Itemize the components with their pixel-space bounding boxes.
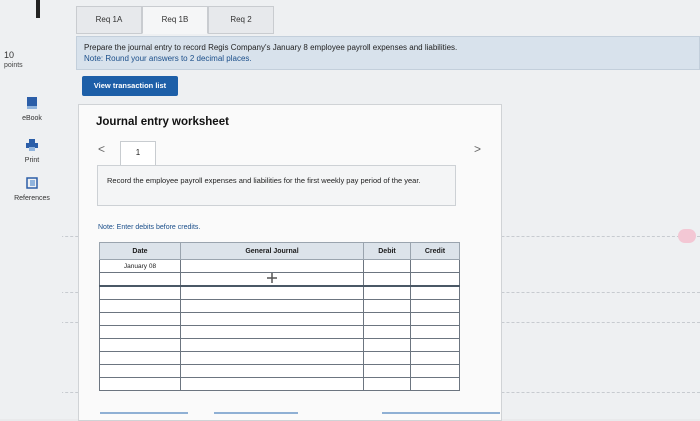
table-row <box>99 285 460 300</box>
points-value: 10 <box>4 50 15 60</box>
date-cell[interactable] <box>99 364 181 378</box>
view-transaction-list-button[interactable]: View transaction list <box>82 76 178 96</box>
date-cell[interactable] <box>99 285 181 300</box>
book-icon <box>6 96 58 112</box>
date-cell[interactable] <box>99 299 181 313</box>
table-row <box>99 312 460 326</box>
column-header-date: Date <box>99 242 181 260</box>
table-row <box>99 377 460 391</box>
account-cell[interactable] <box>180 259 364 273</box>
date-cell[interactable] <box>99 272 181 287</box>
table-row <box>99 299 460 313</box>
account-cell[interactable] <box>180 272 364 287</box>
points-label: points <box>4 62 23 69</box>
column-header-debit: Debit <box>363 242 411 260</box>
transaction-description: Record the employee payroll expenses and… <box>107 176 421 185</box>
footer-button-outline[interactable] <box>214 412 298 414</box>
print-button[interactable]: Print <box>6 138 58 164</box>
credit-cell[interactable] <box>410 259 460 273</box>
table-row <box>99 351 460 365</box>
transaction-description-box: Record the employee payroll expenses and… <box>97 165 456 206</box>
table-row: January 08 <box>99 259 460 273</box>
debit-cell[interactable] <box>363 351 411 365</box>
print-label: Print <box>24 157 40 164</box>
chevron-left-icon[interactable]: < <box>98 142 105 156</box>
left-rail: 10 points eBook Print References <box>0 0 62 419</box>
date-cell[interactable] <box>99 338 181 352</box>
account-cell[interactable] <box>180 325 364 339</box>
credit-cell[interactable] <box>410 285 460 300</box>
credit-cell[interactable] <box>410 272 460 287</box>
tab-req-2[interactable]: Req 2 <box>208 6 274 34</box>
date-cell[interactable] <box>99 312 181 326</box>
column-header-general-journal: General Journal <box>180 242 364 260</box>
tab-req-1a[interactable]: Req 1A <box>76 6 142 34</box>
requirement-tabs: Req 1A Req 1B Req 2 <box>76 6 274 34</box>
chevron-right-icon[interactable]: > <box>474 142 481 156</box>
rounding-note: Note: Round your answers to 2 decimal pl… <box>84 54 252 63</box>
rail-marker <box>36 0 40 18</box>
date-cell[interactable] <box>99 325 181 339</box>
date-cell[interactable] <box>99 377 181 391</box>
references-button[interactable]: References <box>6 176 58 202</box>
account-cell[interactable] <box>180 377 364 391</box>
tab-req-1b[interactable]: Req 1B <box>142 6 208 34</box>
footer-button-outline[interactable] <box>100 412 188 414</box>
references-icon <box>6 176 58 192</box>
credit-cell[interactable] <box>410 364 460 378</box>
journal-table: Date General Journal Debit Credit Januar… <box>99 242 460 391</box>
account-cell[interactable] <box>180 338 364 352</box>
worksheet-page-tab[interactable]: 1 <box>120 141 156 166</box>
account-cell[interactable] <box>180 285 364 300</box>
references-label: References <box>14 195 50 202</box>
page: 10 points eBook Print References Req 1A … <box>0 0 700 421</box>
debits-credits-note: Note: Enter debits before credits. <box>98 224 201 231</box>
move-cursor-icon <box>267 273 277 285</box>
debit-cell[interactable] <box>363 312 411 326</box>
table-row <box>99 272 460 287</box>
debit-cell[interactable] <box>363 364 411 378</box>
credit-cell[interactable] <box>410 377 460 391</box>
column-header-credit: Credit <box>410 242 460 260</box>
date-cell[interactable] <box>99 351 181 365</box>
credit-cell[interactable] <box>410 351 460 365</box>
debit-cell[interactable] <box>363 272 411 287</box>
worksheet-title: Journal entry worksheet <box>96 116 229 128</box>
footer-button-outline[interactable] <box>382 412 500 414</box>
credit-cell[interactable] <box>410 325 460 339</box>
debit-cell[interactable] <box>363 377 411 391</box>
table-row <box>99 364 460 378</box>
printer-icon <box>6 138 58 154</box>
debit-cell[interactable] <box>363 259 411 273</box>
ebook-label: eBook <box>22 115 42 122</box>
credit-cell[interactable] <box>410 312 460 326</box>
debit-cell[interactable] <box>363 338 411 352</box>
account-cell[interactable] <box>180 364 364 378</box>
account-cell[interactable] <box>180 299 364 313</box>
account-cell[interactable] <box>180 312 364 326</box>
table-row <box>99 325 460 339</box>
plus-badge-icon <box>678 229 696 243</box>
table-row <box>99 338 460 352</box>
credit-cell[interactable] <box>410 299 460 313</box>
debit-cell[interactable] <box>363 285 411 300</box>
date-cell[interactable]: January 08 <box>99 259 181 273</box>
instruction-text: Prepare the journal entry to record Regi… <box>84 43 458 52</box>
debit-cell[interactable] <box>363 325 411 339</box>
debit-cell[interactable] <box>363 299 411 313</box>
instruction-box: Prepare the journal entry to record Regi… <box>76 36 700 70</box>
credit-cell[interactable] <box>410 338 460 352</box>
account-cell[interactable] <box>180 351 364 365</box>
ebook-button[interactable]: eBook <box>6 96 58 122</box>
